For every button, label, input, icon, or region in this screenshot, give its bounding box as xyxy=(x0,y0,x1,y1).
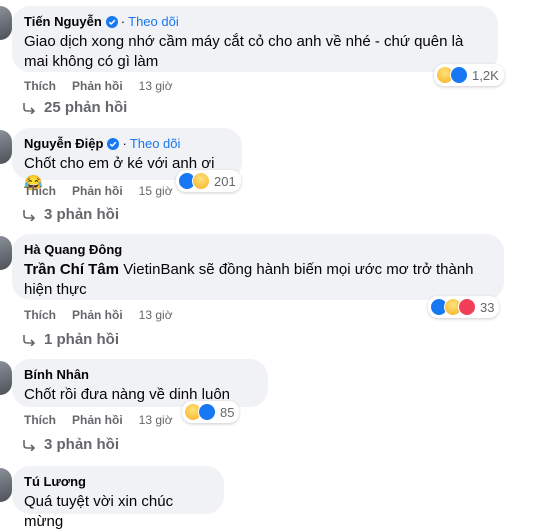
verified-badge-icon xyxy=(105,15,118,28)
replies-count: 1 phản hồi xyxy=(44,331,119,348)
comment-author[interactable]: Tú Lương xyxy=(24,473,86,490)
love-icon xyxy=(458,298,476,316)
reaction-count: 33 xyxy=(480,299,495,315)
comment-timestamp[interactable]: 13 giờ xyxy=(139,78,173,94)
reaction-count: 1,2K xyxy=(472,67,499,83)
comment-author[interactable]: Bính Nhân xyxy=(24,366,89,383)
avatar[interactable] xyxy=(0,468,12,502)
reply-arrow-icon xyxy=(23,209,36,221)
mention-link[interactable]: Trần Chí Tâm xyxy=(24,261,119,278)
comment-text: Giao dịch xong nhớ cầm máy cắt cỏ cho an… xyxy=(24,33,464,70)
avatar[interactable] xyxy=(0,6,12,40)
follow-link[interactable]: Theo dõi xyxy=(130,135,181,152)
comment-timestamp[interactable]: 15 giờ xyxy=(139,183,173,199)
reply-button[interactable]: Phản hồi xyxy=(72,183,123,199)
reply-button[interactable]: Phản hồi xyxy=(72,412,123,428)
like-button[interactable]: Thích xyxy=(24,412,56,428)
separator-dot: · xyxy=(120,14,126,29)
reaction-summary[interactable]: 33 xyxy=(428,296,500,318)
reply-arrow-icon xyxy=(23,439,36,451)
verified-badge-icon xyxy=(107,137,120,150)
like-button[interactable]: Thích xyxy=(24,307,56,323)
comment-author[interactable]: Tiến Nguyễn xyxy=(24,13,102,30)
comment-text: Quá tuyệt vời xin chúc mừng xyxy=(24,493,174,530)
comment-bubble: Hà Quang Đông Trần Chí Tâm VietinBank sẽ… xyxy=(12,234,504,300)
view-replies-button[interactable]: 1 phản hồi xyxy=(22,331,119,348)
comment-bubble: Tiến Nguyễn · Theo dõi Giao dịch xong nh… xyxy=(12,6,498,72)
like-button[interactable]: Thích xyxy=(24,183,56,199)
haha-icon xyxy=(192,172,210,190)
comment-bubble: Tú Lương Quá tuyệt vời xin chúc mừng xyxy=(12,466,224,530)
replies-count: 3 phản hồi xyxy=(44,206,119,223)
view-replies-button[interactable]: 3 phản hồi xyxy=(22,436,119,453)
view-replies-button[interactable]: 3 phản hồi xyxy=(22,206,119,223)
follow-link[interactable]: Theo dõi xyxy=(128,13,179,30)
reply-button[interactable]: Phản hồi xyxy=(72,307,123,323)
comment-text: Trần Chí Tâm VietinBank sẽ đồng hành biế… xyxy=(24,261,474,298)
reaction-count: 201 xyxy=(214,173,236,189)
like-button[interactable]: Thích xyxy=(24,78,56,94)
reply-arrow-icon xyxy=(23,334,36,346)
avatar[interactable] xyxy=(0,236,12,270)
comment-bubble: Bính Nhân Chốt rồi đưa nàng về dinh luôn xyxy=(12,359,268,407)
reply-button[interactable]: Phản hồi xyxy=(72,78,123,94)
comment-author[interactable]: Hà Quang Đông xyxy=(24,241,122,258)
comment-timestamp[interactable]: 13 giờ xyxy=(139,307,173,323)
replies-count: 3 phản hồi xyxy=(44,436,119,453)
reaction-summary[interactable]: 1,2K xyxy=(434,64,504,86)
avatar[interactable] xyxy=(0,130,12,164)
reaction-count: 85 xyxy=(220,404,235,420)
comment-author[interactable]: Nguyễn Điệp xyxy=(24,135,103,152)
reaction-summary[interactable]: 85 xyxy=(182,401,240,423)
replies-count: 25 phản hồi xyxy=(44,99,128,116)
view-replies-button[interactable]: 25 phản hồi xyxy=(22,99,127,116)
like-icon xyxy=(198,403,216,421)
comment-timestamp[interactable]: 13 giờ xyxy=(139,412,173,428)
avatar[interactable] xyxy=(0,361,12,395)
like-icon xyxy=(450,66,468,84)
reaction-summary[interactable]: 201 xyxy=(176,170,241,192)
reply-arrow-icon xyxy=(23,102,36,114)
separator-dot: · xyxy=(122,136,127,151)
